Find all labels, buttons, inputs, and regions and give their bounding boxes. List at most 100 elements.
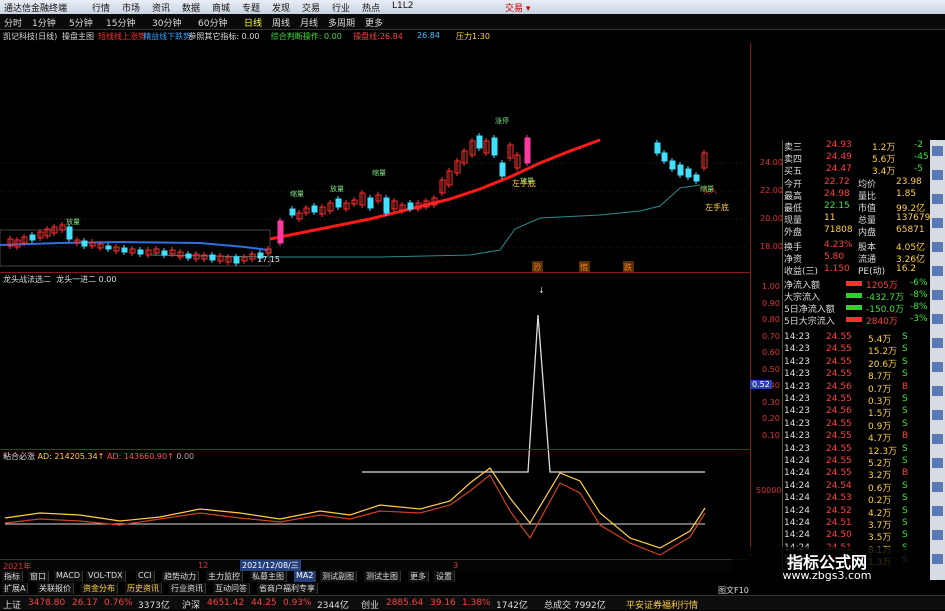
index-name[interactable]: 沪深 [182,598,200,611]
stat-row: 最低 22.15 市值 99.2亿 [784,201,928,214]
grid-icon[interactable] [932,290,943,300]
edit-icon[interactable] [932,170,943,180]
menu-item[interactable]: 行业 [332,1,350,14]
menu-item[interactable]: 热点 [362,1,380,14]
user-icon[interactable] [932,410,943,420]
ask-change: -5 [914,164,923,174]
tick-row: 14:24 24.51 3.7万 S [784,518,928,531]
star-icon[interactable] [932,218,943,228]
bell-icon[interactable] [932,506,943,516]
tick-row: 14:23 24.56 0.7万 B [784,382,928,395]
info-tab[interactable]: 扩展A [2,583,29,594]
info-tab[interactable]: 资金分布 [81,583,118,594]
info-tab[interactable]: 关联报价 [37,583,74,594]
panel2-axis-label: 0.10 [762,430,780,440]
menu-item[interactable]: 发现 [272,1,290,14]
indicator-tab[interactable]: VOL-TDX [86,571,126,582]
money-icon[interactable] [932,314,943,324]
arrow-icon[interactable] [932,338,943,348]
ad-value-1: AD: 214205.34↑ [37,452,105,461]
chart-icon[interactable] [932,194,943,204]
indicator-tab[interactable]: 窗口 [28,571,49,582]
period-tab[interactable]: 更多 [365,16,383,29]
period-tab[interactable]: 分时 [4,16,22,29]
home-icon[interactable] [932,146,943,156]
info-tab[interactable]: 互动问答 [213,583,250,594]
indicator-tab[interactable]: 测试副图 [320,571,357,582]
period-tab[interactable]: 30分钟 [152,16,181,29]
indicator-tab[interactable]: 主力监控 [206,571,243,582]
indicator-tab[interactable]: 测试主图 [364,571,401,582]
period-tab[interactable]: 月线 [300,16,318,29]
period-tab[interactable]: 15分钟 [106,16,135,29]
panel-divider[interactable] [0,272,750,273]
index-change: 44.25 [251,598,277,608]
indicator-tab[interactable]: 私募主图 [250,571,287,582]
stat-label: 内盘 [858,228,877,238]
tick-price: 24.55 [826,468,852,479]
ad-value-2: AD: 143660.90↑ [106,452,174,461]
period-tab[interactable]: 60分钟 [198,16,227,29]
lock-icon[interactable] [932,362,943,372]
indicator-tab[interactable]: MA2 [294,571,317,582]
indicator-tab[interactable]: MACD [54,571,83,582]
trade-button[interactable]: 交易 ▾ [505,1,530,14]
ask-price: 24.49 [826,152,852,162]
menu-item[interactable]: L1L2 [392,1,413,11]
menu-item[interactable]: 资讯 [152,1,170,14]
indicator-tab[interactable]: 更多 [408,571,429,582]
menu-item[interactable]: 商城 [212,1,230,14]
period-tab[interactable]: 多周期 [328,16,355,29]
volume-annotation: 缩量 [290,189,304,198]
doc-icon[interactable] [932,482,943,492]
indicator-tab[interactable]: 指标 [2,571,23,582]
stat-value: 4.23% [824,240,853,250]
broker-promo[interactable]: 平安证券福利行情 [626,598,698,611]
menu-item[interactable]: 交易 [302,1,320,14]
period-tab[interactable]: 5分钟 [69,16,93,29]
more-icon[interactable] [932,554,943,564]
ask-row[interactable]: 买五 24.47 3.4万 -5 [784,164,928,177]
indicator-tab[interactable]: 设置 [434,571,455,582]
index-name[interactable]: 创业 [361,598,379,611]
panel-divider[interactable] [0,449,750,450]
menu-item[interactable]: 市场 [122,1,140,14]
tick-time: 14:24 [784,480,810,491]
tick-row: 14:24 24.55 3.2万 B [784,468,928,481]
indicator-name[interactable]: 操盘主图 [62,31,94,42]
tick-volume: 4.2万 [868,508,892,519]
stat-value: 137679 [896,213,931,223]
flow-percent: -8% [910,302,928,312]
menu-item[interactable]: 专题 [242,1,260,14]
period-tab[interactable]: 日线 [244,16,262,29]
indicator-tab[interactable]: 趋势动力 [162,571,199,582]
gear-icon[interactable] [932,530,943,540]
list-icon[interactable] [932,242,943,252]
tick-row: 14:23 24.55 4.7万 B [784,431,928,444]
panel2-axis-label: 0.90 [762,298,780,308]
indicator-tag: 综合判断操作: 0.00 [270,32,342,41]
tick-side: S [902,369,908,380]
ask-row[interactable]: 卖三 24.93 1.2万 -2 [784,140,928,153]
period-tab[interactable]: 1分钟 [32,16,56,29]
menu-item[interactable]: 数据 [182,1,200,14]
ask-row[interactable]: 卖四 24.49 5.6万 -45 [784,152,929,165]
panel2-axis-label: 0.60 [762,348,780,357]
index-name[interactable]: 上证 [3,598,21,611]
candlestick [289,208,296,216]
candlestick [407,202,414,210]
index-percent: 0.76% [104,598,133,608]
info-tab[interactable]: 省商户福利专享 [257,583,318,594]
panel3-axis-label: 50000 [756,486,782,495]
period-tab[interactable]: 周线 [272,16,290,29]
candlestick [654,142,661,154]
info-tab[interactable]: 行业资讯 [169,583,206,594]
menu-item[interactable]: 行情 [92,1,110,14]
chart-area[interactable]: 缩量放量缩量放量涨停放量缩量17.15左手底左手底买入恐慌跌 ↓ [0,43,750,573]
tools-icon[interactable] [932,434,943,444]
info-tab[interactable]: 历史资讯 [125,583,162,594]
rsi-icon[interactable] [932,266,943,276]
indicator-tab[interactable]: CCI [136,571,155,582]
bar-icon[interactable] [932,386,943,396]
info-icon[interactable] [932,458,943,468]
